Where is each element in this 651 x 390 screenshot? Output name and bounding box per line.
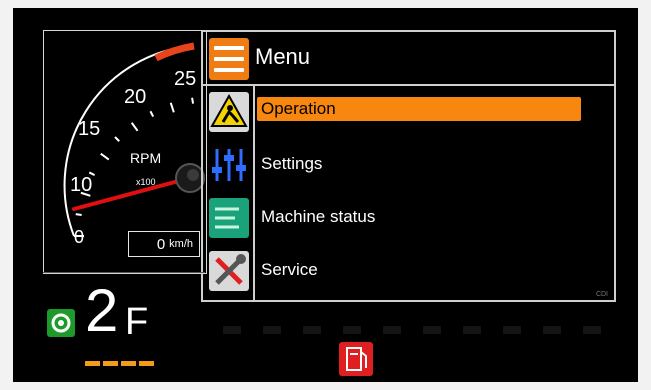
menu-item-settings[interactable]: Settings [203, 139, 614, 191]
gauge-tick [114, 136, 120, 142]
gauge-tick [149, 110, 155, 118]
gear-panel: 2 F [43, 272, 205, 373]
speed-value: 0 [156, 235, 166, 253]
menu-item-operation-label: Operation [257, 97, 581, 121]
display-screen: 0 10 15 20 25 RPM x100 0 km/h Menu Opera… [13, 8, 638, 382]
sliders-icon [209, 145, 249, 185]
menu-list: Operation Settings Machine status Servic… [203, 86, 614, 300]
menu-item-settings-label: Settings [261, 154, 323, 173]
tick-label-15: 15 [78, 118, 100, 140]
gear-number: 2 [85, 277, 119, 344]
menu-header: Menu [203, 32, 614, 86]
tick-label-20: 20 [124, 86, 146, 108]
menu-item-service[interactable]: Service [203, 245, 614, 297]
gauge-tick [130, 122, 139, 132]
tools-icon [209, 251, 249, 291]
inactive-indicator-strip [223, 326, 603, 334]
tick-label-0: 0 [74, 227, 84, 247]
menu-item-machine-status-label: Machine status [261, 207, 376, 226]
tick-label-10: 10 [70, 174, 92, 196]
menu-item-machine-status[interactable]: Machine status [203, 192, 614, 244]
menu-title: Menu [255, 44, 311, 69]
transmission-gear-icon [47, 309, 75, 337]
gear-level-bars [85, 353, 157, 371]
gear-direction: F [125, 301, 149, 343]
tick-label-25: 25 [174, 68, 196, 90]
corner-mark: CDI [595, 291, 608, 298]
tachometer-panel: 0 10 15 20 25 RPM x100 0 km/h [43, 30, 207, 274]
gauge-tick [75, 213, 82, 217]
speed-unit: km/h [169, 238, 193, 250]
hamburger-menu-icon[interactable] [209, 38, 249, 80]
fuel-warning-icon [339, 342, 373, 376]
gauge-tick [191, 97, 195, 104]
gauge-tick [100, 152, 110, 161]
gauge-tick [169, 102, 175, 113]
operation-worker-icon [209, 92, 249, 132]
machine-status-icon [209, 198, 249, 238]
menu-item-service-label: Service [261, 260, 318, 279]
rpm-label: RPM [130, 150, 161, 166]
rpm-multiplier: x100 [136, 177, 156, 187]
menu-panel: Menu Operation Settings Machine status S… [201, 30, 616, 302]
speed-readout: 0 km/h [128, 231, 200, 257]
menu-item-operation[interactable]: Operation [203, 86, 614, 138]
